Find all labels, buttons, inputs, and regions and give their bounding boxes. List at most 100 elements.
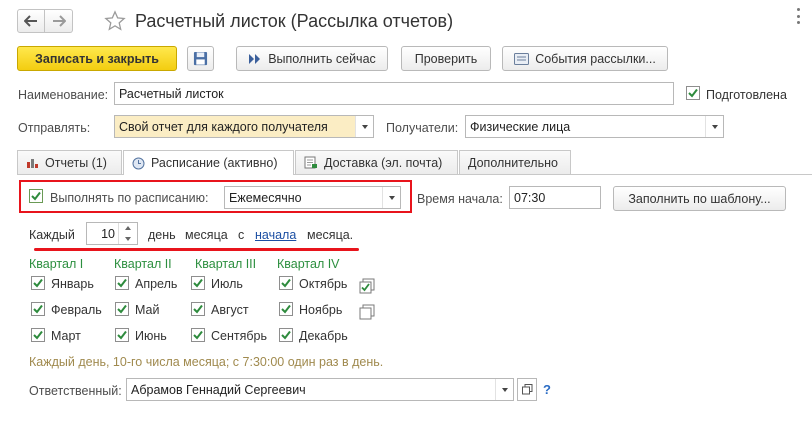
month-label-august: Август <box>211 303 249 317</box>
responsible-dropdown-button[interactable] <box>495 379 513 400</box>
send-mode-dropdown-button[interactable] <box>355 116 373 137</box>
spin-up-icon[interactable] <box>125 226 131 231</box>
month-checkbox-november[interactable] <box>279 302 293 316</box>
name-input[interactable]: Расчетный листок <box>114 82 674 105</box>
check-button[interactable]: Проверить <box>401 46 491 71</box>
recipients-dropdown-button[interactable] <box>705 116 723 137</box>
checkmark-icon <box>688 88 698 98</box>
period-select[interactable]: Ежемесячно <box>224 186 401 209</box>
period-value: Ежемесячно <box>229 190 302 205</box>
month-checkbox-may[interactable] <box>115 302 129 316</box>
month-label-may: Май <box>135 303 160 317</box>
month-label-january: Январь <box>51 277 94 291</box>
more-menu-icon[interactable] <box>797 8 801 24</box>
tab-schedule[interactable]: Расписание (активно) <box>123 150 294 175</box>
run-now-label: Выполнить сейчас <box>268 51 376 66</box>
every-label: Каждый <box>29 228 75 242</box>
back-button[interactable] <box>17 9 45 33</box>
month-label-july: Июль <box>211 277 243 291</box>
run-now-button[interactable]: Выполнить сейчас <box>236 46 388 71</box>
month-checkbox-june[interactable] <box>115 328 129 342</box>
month-checkbox-march[interactable] <box>31 328 45 342</box>
month-label-june: Июнь <box>135 329 167 343</box>
envelope-icon <box>304 156 317 169</box>
month-checkbox-april[interactable] <box>115 276 129 290</box>
day-value: 10 <box>101 226 115 241</box>
month-checkbox-february[interactable] <box>31 302 45 316</box>
quarter-2-label: Квартал II <box>114 257 172 271</box>
month-checkbox-july[interactable] <box>191 276 205 290</box>
month-checkbox-september[interactable] <box>191 328 205 342</box>
checkmark-icon <box>33 330 43 340</box>
mailing-events-button[interactable]: События рассылки... <box>502 46 668 71</box>
schedule-summary: Каждый день, 10-го числа месяца; с 7:30:… <box>29 355 384 369</box>
month-end-label: месяца. <box>307 228 354 242</box>
chevron-down-icon <box>361 124 368 129</box>
send-label: Отправлять: <box>18 121 91 135</box>
month-checkbox-august[interactable] <box>191 302 205 316</box>
from-label: с <box>238 228 245 242</box>
quarter-4-label: Квартал IV <box>277 257 340 271</box>
checkmark-icon <box>117 330 127 340</box>
start-time-label: Время начала: <box>417 192 503 206</box>
month-checkbox-january[interactable] <box>31 276 45 290</box>
checkmark-icon <box>117 278 127 288</box>
tab-schedule-label: Расписание (активно) <box>151 156 278 170</box>
checkmark-icon <box>281 278 291 288</box>
tab-reports[interactable]: Отчеты (1) <box>17 150 122 174</box>
recipients-label: Получатели: <box>386 121 459 135</box>
month-checkbox-december[interactable] <box>279 328 293 342</box>
tab-delivery-label: Доставка (эл. почта) <box>324 155 443 170</box>
recipients-value: Физические лица <box>470 119 571 134</box>
month-label-october: Октябрь <box>299 277 348 291</box>
month-label-april: Апрель <box>135 277 178 291</box>
active-tab-gap <box>124 174 293 175</box>
prepared-checkbox[interactable] <box>686 86 700 100</box>
clear-all-icon[interactable] <box>359 304 375 320</box>
tab-delivery[interactable]: Доставка (эл. почта) <box>295 150 458 174</box>
save-and-close-button[interactable]: Записать и закрыть <box>17 46 177 71</box>
clock-icon <box>132 157 145 169</box>
mailing-events-label: События рассылки... <box>535 51 656 66</box>
responsible-label: Ответственный: <box>29 384 122 398</box>
responsible-select[interactable]: Абрамов Геннадий Сергеевич <box>126 378 514 401</box>
month-checkbox-october[interactable] <box>279 276 293 290</box>
chevron-down-icon <box>711 124 718 129</box>
tab-additional[interactable]: Дополнительно <box>459 150 571 174</box>
month-label-september: Сентябрь <box>211 329 267 343</box>
window-title: Расчетный листок (Рассылка отчетов) <box>135 11 454 31</box>
checkmark-icon <box>281 330 291 340</box>
chevron-down-icon <box>501 387 508 392</box>
run-on-schedule-checkbox[interactable] <box>29 189 43 203</box>
forward-button[interactable] <box>45 9 73 33</box>
send-mode-value: Свой отчет для каждого получателя <box>119 119 328 134</box>
prepared-label: Подготовлена <box>706 88 787 102</box>
month-label-november: Ноябрь <box>299 303 343 317</box>
name-label: Наименование: <box>18 88 109 102</box>
help-icon[interactable]: ? <box>543 382 551 397</box>
start-time-input[interactable]: 07:30 <box>509 186 601 209</box>
open-responsible-button[interactable] <box>517 378 537 401</box>
spin-down-icon[interactable] <box>125 236 131 241</box>
open-icon <box>521 384 532 395</box>
recipients-select[interactable]: Физические лица <box>465 115 724 138</box>
send-mode-select[interactable]: Свой отчет для каждого получателя <box>114 115 374 138</box>
period-dropdown-button[interactable] <box>382 187 400 208</box>
quarter-3-label: Квартал III <box>195 257 257 271</box>
month-label-february: Февраль <box>51 303 102 317</box>
arrow-left-icon <box>24 15 37 27</box>
star-icon[interactable] <box>104 10 126 32</box>
chevron-down-icon <box>388 195 395 200</box>
tab-reports-label: Отчеты (1) <box>45 155 107 170</box>
day-spinner[interactable] <box>118 223 137 244</box>
select-all-icon[interactable] <box>359 278 375 294</box>
checkmark-icon <box>193 278 203 288</box>
responsible-value: Абрамов Геннадий Сергеевич <box>131 382 306 397</box>
checkmark-icon <box>117 304 127 314</box>
save-button[interactable] <box>187 46 214 71</box>
checkmark-icon <box>193 330 203 340</box>
floppy-disk-icon <box>193 51 208 66</box>
start-of-month-link[interactable]: начала <box>255 228 296 242</box>
month-label-march: Март <box>51 329 81 343</box>
fill-by-template-button[interactable]: Заполнить по шаблону... <box>613 186 786 211</box>
